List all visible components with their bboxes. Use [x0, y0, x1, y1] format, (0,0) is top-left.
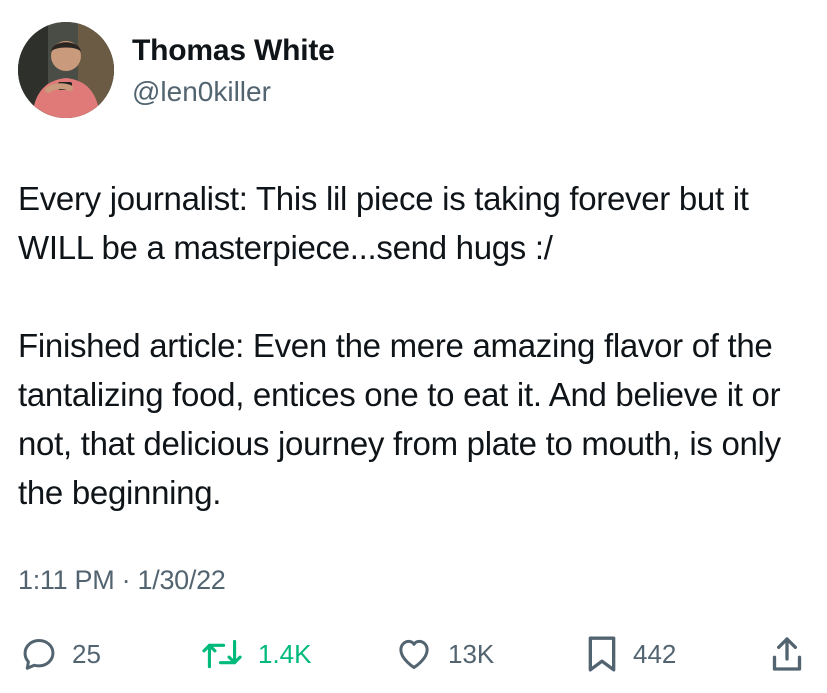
retweet-count: 1.4K	[258, 638, 312, 669]
share-button[interactable]	[770, 632, 804, 676]
action-bar: 25 1.4K 13K 442	[0, 632, 827, 680]
retweet-button[interactable]: 1.4K	[200, 632, 312, 676]
tweet-paragraph: Every journalist: This lil piece is taki…	[18, 180, 758, 266]
tweet-text: Every journalist: This lil piece is taki…	[18, 174, 818, 517]
avatar[interactable]	[18, 22, 114, 118]
bookmark-icon	[588, 636, 616, 672]
reply-button[interactable]: 25	[20, 632, 101, 676]
author-handle[interactable]: @len0killer	[132, 76, 271, 108]
share-icon	[772, 637, 802, 671]
tweet-paragraph: Finished article: Even the mere amazing …	[18, 327, 790, 511]
tweet-card: Thomas White @len0killer Every journalis…	[0, 0, 827, 693]
profile-photo-icon	[18, 22, 114, 118]
bookmark-count: 442	[633, 638, 677, 669]
reply-count: 25	[72, 638, 101, 669]
heart-icon	[399, 639, 429, 669]
author-name[interactable]: Thomas White	[132, 34, 335, 68]
tweet-timestamp[interactable]: 1:11 PM · 1/30/22	[18, 565, 226, 596]
bookmark-button[interactable]: 442	[585, 632, 676, 676]
reply-icon	[23, 639, 55, 670]
like-count: 13K	[448, 638, 495, 669]
retweet-icon	[202, 639, 242, 669]
like-button[interactable]: 13K	[394, 632, 494, 676]
